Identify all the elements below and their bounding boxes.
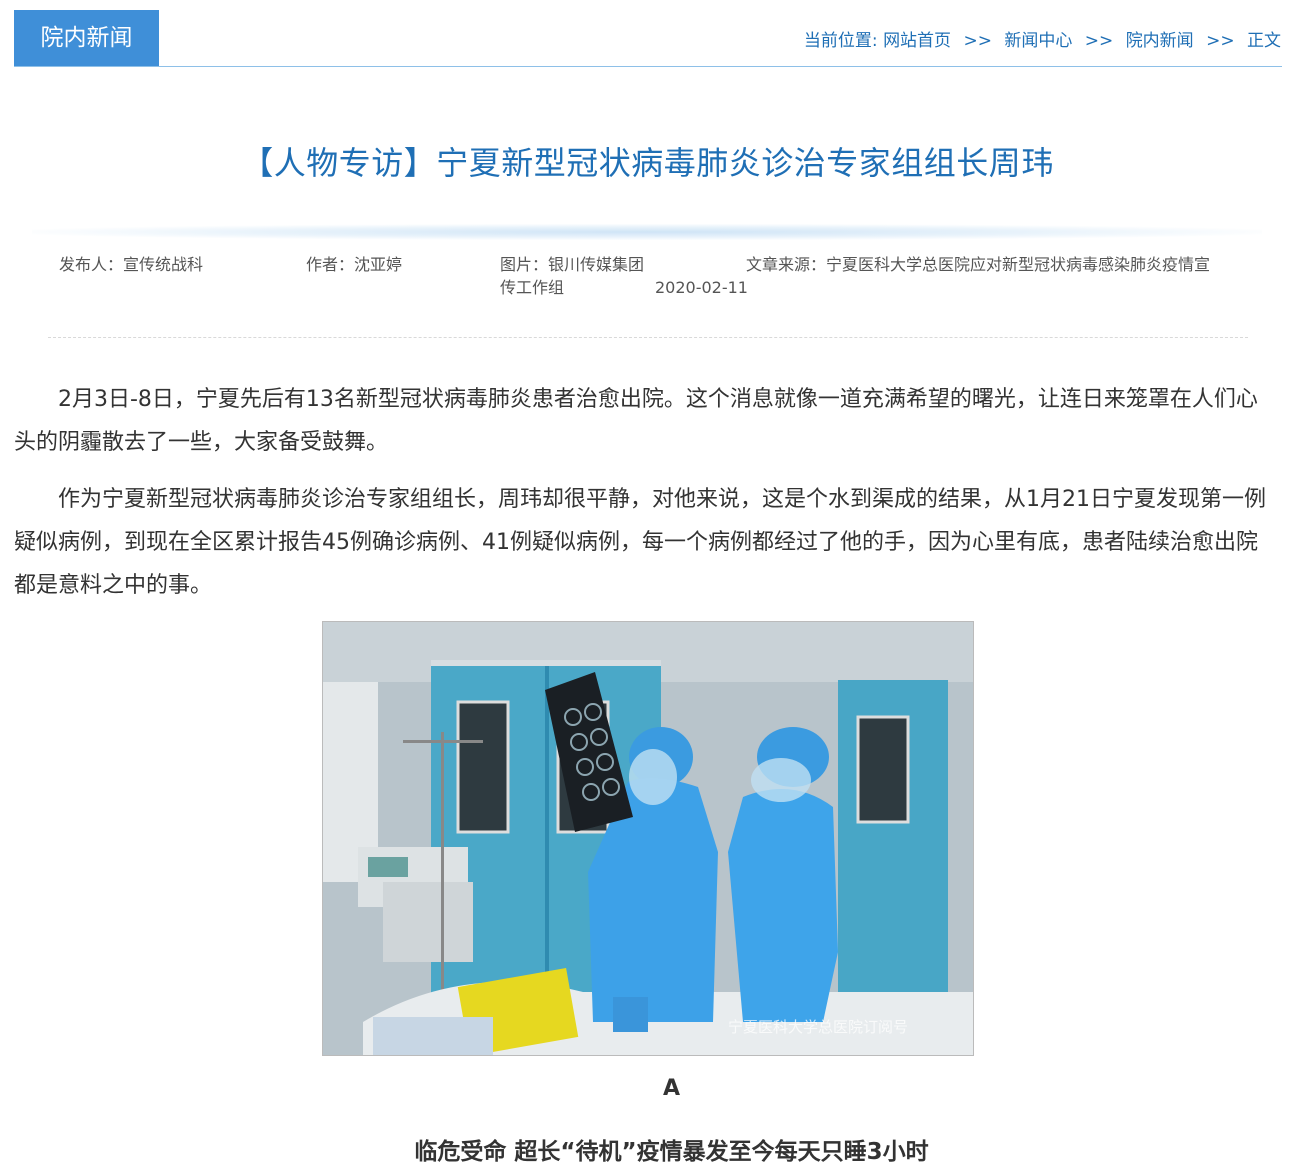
breadcrumb: 当前位置: 网站首页 >> 新闻中心 >> 院内新闻 >> 正文 [804, 26, 1281, 51]
article-paragraph: 2月3日-8日，宁夏先后有13名新型冠状病毒肺炎患者治愈出院。这个消息就像一道充… [14, 387, 1258, 455]
meta-date: 2020-02-11 [655, 278, 748, 297]
title-divider [32, 224, 1262, 240]
photo-illustration: 宁夏医科大学总医院订阅号 [323, 622, 973, 1055]
section-tab[interactable]: 院内新闻 [14, 10, 159, 66]
breadcrumb-current: 正文 [1247, 31, 1281, 51]
article-subheading: 临危受命 超长“待机”疫情暴发至今每天只睡3小时 [414, 1139, 929, 1165]
photo-watermark: 宁夏医科大学总医院订阅号 [728, 1018, 908, 1036]
meta-source: 文章来源：宁夏医科大学总医院应对新型冠状病毒感染肺炎疫情宣 [746, 255, 1211, 274]
article-title: 【人物专访】宁夏新型冠状病毒肺炎诊治专家组组长周玮 [241, 144, 1054, 182]
meta-author: 作者：沈亚婷 [306, 255, 403, 274]
breadcrumb-prefix: 当前位置: [803, 31, 878, 51]
meta-photo-credit: 图片：银川传媒集团 [500, 255, 645, 274]
breadcrumb-hospital-news-link[interactable]: 院内新闻 [1126, 31, 1194, 51]
breadcrumb-home-link[interactable]: 网站首页 [883, 31, 951, 51]
photo-caption-label: A [662, 1076, 681, 1101]
header-divider [14, 66, 1282, 67]
breadcrumb-separator: >> [1206, 31, 1235, 51]
breadcrumb-separator: >> [1084, 31, 1114, 51]
article-photo: 宁夏医科大学总医院订阅号 [322, 621, 974, 1056]
breadcrumb-news-center-link[interactable]: 新闻中心 [1004, 31, 1072, 51]
article-paragraph: 作为宁夏新型冠状病毒肺炎诊治专家组组长，周玮却很平静，对他来说，这是个水到渠成的… [14, 487, 1266, 598]
meta-photo-credit-cont: 传工作组 [500, 278, 565, 297]
article-body: 2月3日-8日，宁夏先后有13名新型冠状病毒肺炎患者治愈出院。这个消息就像一道充… [14, 378, 1276, 621]
breadcrumb-separator: >> [963, 31, 992, 51]
meta-publisher: 发布人：宣传统战科 [59, 255, 204, 274]
meta-divider [48, 337, 1248, 338]
